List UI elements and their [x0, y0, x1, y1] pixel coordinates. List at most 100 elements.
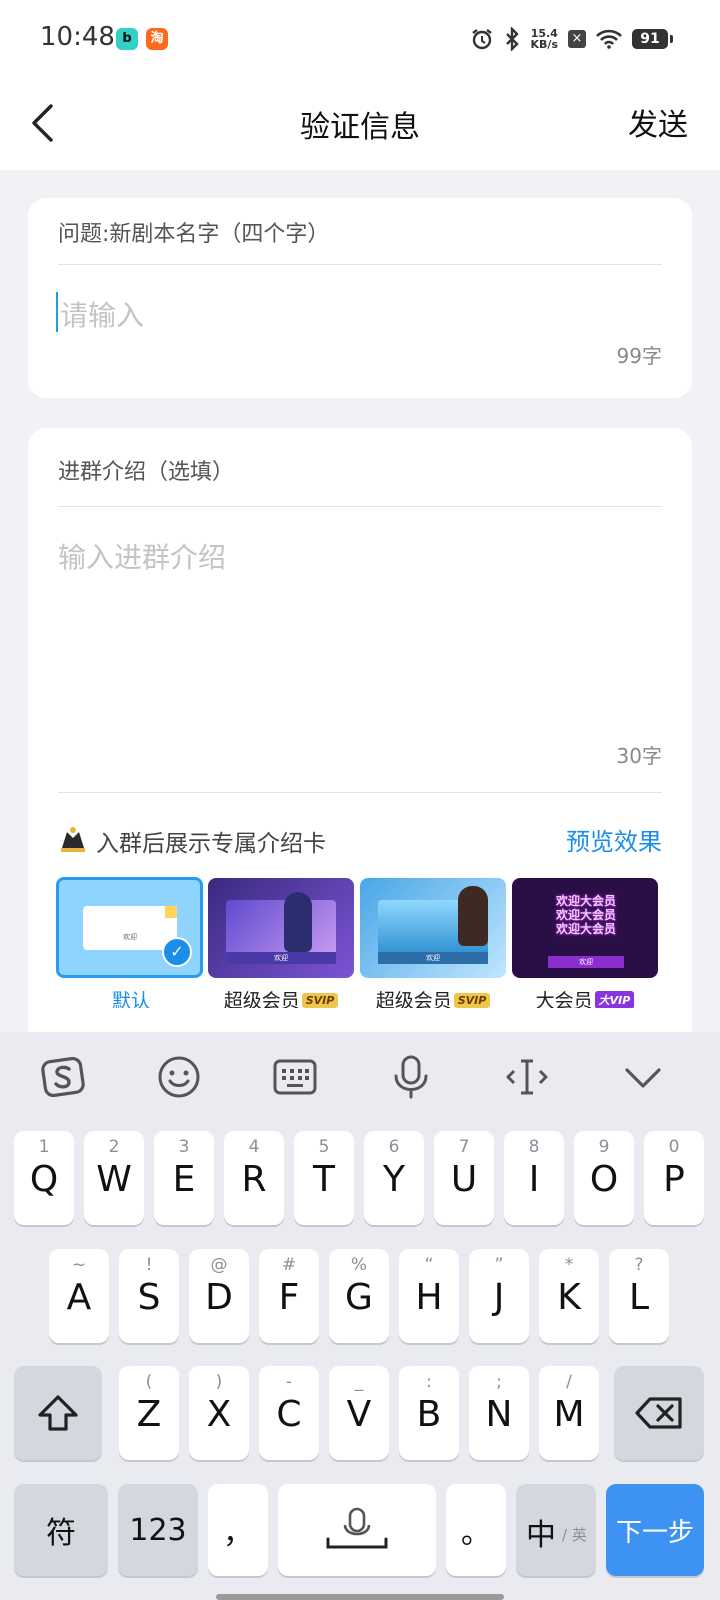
key-n[interactable]: ; N — [469, 1366, 529, 1460]
battery-indicator: 91 — [632, 29, 673, 49]
key-d[interactable]: @ D — [189, 1249, 249, 1343]
taobao-notification-icon: 淘 — [146, 28, 168, 50]
microphone-space-icon — [326, 1507, 388, 1549]
intro-card-default[interactable]: 欢迎 ✓ — [56, 877, 203, 978]
card-ribbon: 欢迎 — [378, 952, 488, 964]
soft-keyboard: 1Q 2W 3E 4R 5T 6Y 7U 8I 9O 0P ~ A ! S @ D #… — [0, 1032, 720, 1600]
cursor-edit-button[interactable] — [502, 1052, 552, 1102]
key-w[interactable]: 2W — [84, 1131, 144, 1225]
voice-input-button[interactable] — [386, 1052, 436, 1102]
key-h[interactable]: “H — [399, 1249, 459, 1343]
vip-crown-icon — [61, 827, 85, 852]
card-caption-svip-1: 超级会员 SVIP — [206, 986, 356, 1008]
emoji-icon — [158, 1056, 200, 1098]
answer-char-counter: 99字 — [616, 344, 662, 368]
card-caption-svip-2: 超级会员 SVIP — [358, 986, 508, 1008]
period-key[interactable]: 。 — [446, 1484, 506, 1576]
key-i[interactable]: 8I — [504, 1131, 564, 1225]
backspace-icon — [635, 1397, 682, 1429]
intro-char-counter: 30字 — [616, 744, 662, 768]
big-vip-badge: 大VIP — [594, 991, 635, 1008]
card-ribbon: 欢迎 — [548, 956, 624, 968]
keyboard-toolbar — [0, 1032, 720, 1122]
key-c[interactable]: -C — [259, 1366, 319, 1460]
sogou-logo-icon — [41, 1056, 85, 1098]
symbol-key[interactable]: 符 — [14, 1484, 108, 1576]
question-card: 问题:新剧本名字（四个字） 请输入 99字 — [28, 198, 692, 398]
intro-card-bigvip[interactable]: 欢迎大会员 欢迎大会员 欢迎大会员 欢迎 — [512, 878, 658, 978]
intro-card-picker: 欢迎 ✓ 欢迎 欢迎 欢迎大会员 欢迎大会员 欢迎大会员 欢迎 默认 超级会员 S… — [56, 874, 692, 1008]
intro-card-feature-row: 入群后展示专属介绍卡 预览效果 — [58, 822, 662, 857]
card-ribbon: 欢迎 — [226, 952, 336, 964]
key-k[interactable]: * K — [539, 1249, 599, 1343]
sogou-logo-button[interactable] — [38, 1052, 88, 1102]
key-m[interactable]: / M — [539, 1366, 599, 1460]
key-v[interactable]: _ V — [329, 1366, 389, 1460]
text-cursor-icon — [506, 1059, 548, 1095]
key-p[interactable]: 0P — [644, 1131, 704, 1225]
intro-card: 进群介绍（选填） 输入进群介绍 30字 入群后展示专属介绍卡 预览效果 欢迎 ✓… — [28, 428, 692, 1038]
text-caret — [56, 292, 58, 332]
top-bar: 10:48 b 淘 15.4 KB/s × 91 验证信息 发送 — [0, 0, 720, 170]
key-z[interactable]: (Z — [119, 1366, 179, 1460]
svip-badge: SVIP — [453, 993, 491, 1008]
divider — [58, 264, 662, 265]
card-thumbnail — [226, 900, 336, 956]
key-a[interactable]: ~ A — [49, 1249, 109, 1343]
key-x[interactable]: ) X — [189, 1366, 249, 1460]
key-f[interactable]: # F — [259, 1249, 319, 1343]
wifi-icon — [596, 29, 622, 49]
card-thumbnail: 欢迎 — [83, 906, 177, 950]
key-o[interactable]: 9O — [574, 1131, 634, 1225]
no-sim-icon: × — [568, 30, 586, 48]
status-icons: 15.4 KB/s × 91 — [471, 24, 673, 54]
intro-label: 进群介绍（选填） — [58, 460, 235, 485]
key-t[interactable]: 5T — [294, 1131, 354, 1225]
keyboard-icon — [273, 1059, 317, 1095]
key-g[interactable]: % G — [329, 1249, 389, 1343]
keyboard-switch-button[interactable] — [270, 1052, 320, 1102]
key-u[interactable]: 7U — [434, 1131, 494, 1225]
alarm-icon — [471, 29, 492, 50]
emoji-button[interactable] — [154, 1052, 204, 1102]
key-j[interactable]: ” J — [469, 1249, 529, 1343]
key-b[interactable]: :B — [399, 1366, 459, 1460]
character-figure — [284, 892, 312, 952]
key-y[interactable]: 6Y — [364, 1131, 424, 1225]
shift-arrow-icon — [38, 1395, 78, 1431]
send-button[interactable]: 发送 — [628, 100, 688, 144]
key-l[interactable]: ? L — [609, 1249, 669, 1343]
comma-key[interactable]: ， — [208, 1484, 268, 1576]
intro-card-svip-1[interactable]: 欢迎 — [208, 878, 354, 978]
backspace-key[interactable] — [614, 1366, 704, 1460]
shift-key[interactable] — [14, 1366, 102, 1460]
chevron-down-icon — [625, 1068, 661, 1088]
language-switch-key[interactable]: 中 / 英 — [516, 1484, 596, 1576]
character-figure — [458, 886, 488, 946]
page-title: 验证信息 — [300, 110, 420, 145]
bluetooth-icon — [505, 27, 519, 51]
preview-link[interactable]: 预览效果 — [566, 822, 662, 857]
hide-keyboard-button[interactable] — [618, 1052, 668, 1102]
key-q[interactable]: 1Q — [14, 1131, 74, 1225]
question-text: 问题:新剧本名字（四个字） — [58, 222, 330, 247]
key-e[interactable]: 3E — [154, 1131, 214, 1225]
card-caption-default: 默认 — [111, 990, 150, 1008]
notification-app-icon: b — [116, 28, 138, 50]
intro-input[interactable]: 输入进群介绍 — [58, 536, 226, 576]
status-time: 10:48 — [40, 22, 115, 52]
space-key[interactable] — [278, 1484, 436, 1576]
microphone-icon — [394, 1055, 428, 1099]
selected-check-icon: ✓ — [162, 937, 192, 967]
intro-card-svip-2[interactable]: 欢迎 — [360, 878, 506, 978]
network-speed: 15.4 KB/s — [530, 27, 558, 51]
card-headline: 欢迎大会员 欢迎大会员 欢迎大会员 — [555, 894, 616, 936]
key-s[interactable]: ! S — [119, 1249, 179, 1343]
next-step-key[interactable]: 下一步 — [606, 1484, 704, 1576]
key-r[interactable]: 4R — [224, 1131, 284, 1225]
home-indicator[interactable] — [216, 1594, 504, 1600]
answer-input[interactable]: 请输入 — [60, 294, 144, 334]
number-key[interactable]: 123 — [118, 1484, 198, 1576]
status-bar: 10:48 b 淘 15.4 KB/s × 91 — [0, 0, 720, 78]
card-corner-decoration — [165, 906, 177, 918]
